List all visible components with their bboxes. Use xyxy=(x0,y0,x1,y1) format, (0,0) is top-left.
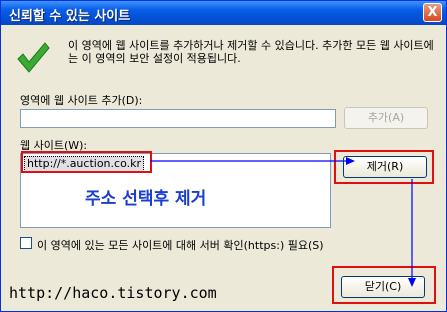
arrow-annotations xyxy=(150,157,416,287)
watermark: http://haco.tistory.com xyxy=(9,284,217,302)
trusted-sites-dialog: 신뢰할 수 있는 사이트 X 이 영역에 웹 사이트를 추가하거나 제거할 수 … xyxy=(0,0,447,312)
